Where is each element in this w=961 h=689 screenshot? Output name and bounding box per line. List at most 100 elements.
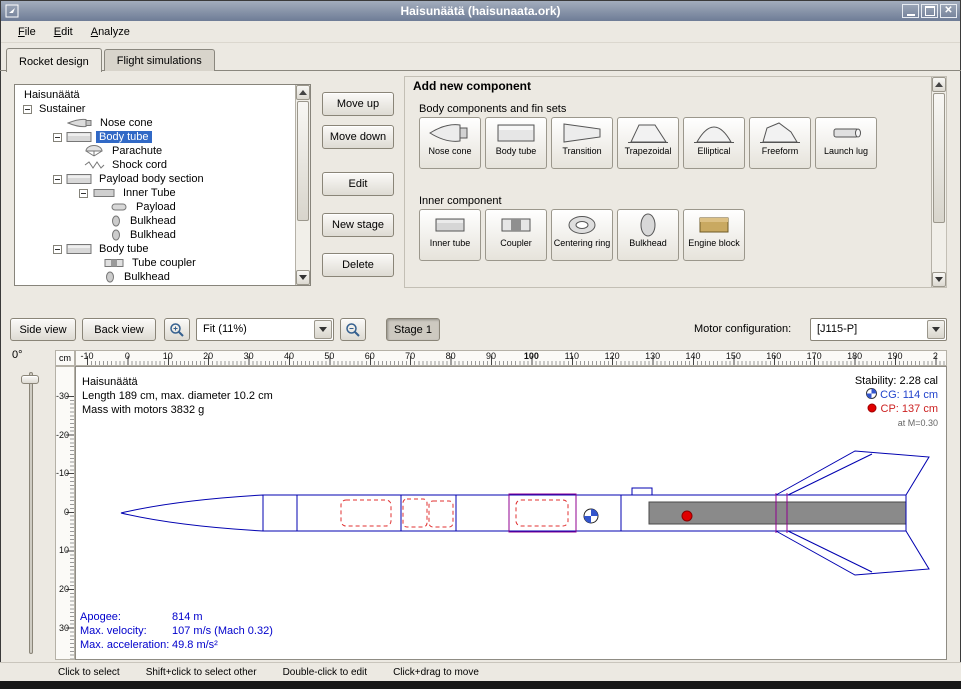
tree-item-label[interactable]: Shock cord — [109, 159, 170, 171]
tab-flight-simulations[interactable]: Flight simulations — [104, 49, 215, 71]
close-button[interactable]: ✕ — [940, 4, 957, 18]
body-component-buttons: Nose cone Body tube Transition Trapezoid… — [419, 117, 877, 169]
add-freeform-fin-button[interactable]: Freeform — [749, 117, 811, 169]
collapse-toggle-icon[interactable] — [53, 175, 62, 184]
hint-shift-click: Shift+click to select other — [146, 667, 257, 678]
tree-item-sustainer[interactable]: Sustainer — [15, 102, 310, 116]
tree-item-label[interactable]: Payload body section — [96, 173, 207, 185]
menu-edit[interactable]: Edit — [45, 23, 82, 41]
h-ruler-label: 50 — [324, 351, 334, 361]
arrow-down-icon — [935, 277, 943, 282]
component-label: Trapezoidal — [625, 146, 672, 156]
tree-item-label[interactable]: Parachute — [109, 145, 165, 157]
fin-bottom[interactable] — [776, 531, 929, 575]
add-launch-lug-button[interactable]: Launch lug — [815, 117, 877, 169]
tree-item-label[interactable]: Haisunäätä — [21, 89, 83, 101]
stage-1-toggle-button[interactable]: Stage 1 — [386, 318, 440, 341]
collapse-toggle-icon[interactable] — [23, 105, 32, 114]
coupler-icon — [494, 212, 538, 238]
move-up-button[interactable]: Move up — [322, 92, 394, 116]
rocket-view-canvas[interactable]: Haisunäätä Length 189 cm, max. diameter … — [75, 366, 947, 660]
zoom-in-button[interactable] — [164, 318, 190, 341]
maximize-button[interactable] — [921, 4, 938, 18]
menu-file[interactable]: File — [9, 23, 45, 41]
tree-item-nose-cone[interactable]: Nose cone — [15, 116, 310, 130]
scrollbar-thumb[interactable] — [297, 101, 309, 221]
scroll-down-button[interactable] — [296, 270, 310, 285]
tree-item-inner-tube[interactable]: Inner Tube — [15, 186, 310, 200]
tree-item-label-selected[interactable]: Body tube — [96, 131, 152, 143]
tree-item-label[interactable]: Bulkhead — [127, 215, 179, 227]
scroll-down-button[interactable] — [932, 272, 946, 287]
titlebar[interactable]: Haisunäätä (haisunaata.ork) ✕ — [1, 1, 960, 21]
collapse-toggle-icon[interactable] — [53, 245, 62, 254]
scrollbar-thumb[interactable] — [933, 93, 945, 223]
add-elliptical-fin-button[interactable]: Elliptical — [683, 117, 745, 169]
launch-lug-shape[interactable] — [632, 488, 652, 495]
edit-button[interactable]: Edit — [322, 172, 394, 196]
new-stage-button[interactable]: New stage — [322, 213, 394, 237]
payload-icon — [109, 201, 129, 213]
tree-item-parachute[interactable]: Parachute — [15, 144, 310, 158]
side-view-button[interactable]: Side view — [10, 318, 76, 341]
tree-item-label[interactable]: Nose cone — [97, 117, 156, 129]
fin-top[interactable] — [776, 451, 929, 495]
tab-rocket-design[interactable]: Rocket design — [6, 48, 102, 72]
scroll-up-button[interactable] — [296, 85, 310, 100]
motor-configuration-select[interactable]: [J115-P] — [810, 318, 947, 341]
dropdown-arrow-button[interactable] — [927, 320, 945, 339]
move-down-button[interactable]: Move down — [322, 125, 394, 149]
tree-item-label[interactable]: Sustainer — [36, 103, 88, 115]
nose-cone-shape[interactable] — [121, 495, 263, 531]
h-ruler-label: 60 — [365, 351, 375, 361]
tree-item-bulkhead[interactable]: Bulkhead — [15, 270, 310, 284]
tube-coupler-icon — [103, 257, 125, 269]
zoom-out-icon — [345, 322, 361, 338]
tree-item-payload-section[interactable]: Payload body section — [15, 172, 310, 186]
v-ruler-label: 30 — [59, 623, 69, 633]
tree-item-bulkhead[interactable]: Bulkhead — [15, 214, 310, 228]
rotation-slider-handle[interactable] — [21, 375, 39, 384]
add-body-tube-button[interactable]: Body tube — [485, 117, 547, 169]
add-engine-block-button[interactable]: Engine block — [683, 209, 745, 261]
add-inner-tube-button[interactable]: Inner tube — [419, 209, 481, 261]
horizontal-ruler-labels: -100102030405060708090100110120130140150… — [75, 350, 947, 366]
move-down-label: Move down — [330, 131, 386, 143]
tree-item-label[interactable]: Bulkhead — [121, 271, 173, 283]
add-bulkhead-button[interactable]: Bulkhead — [617, 209, 679, 261]
tree-item-label[interactable]: Tube coupler — [129, 257, 199, 269]
tree-item-bulkhead[interactable]: Bulkhead — [15, 228, 310, 242]
tree-item-label[interactable]: Bulkhead — [127, 229, 179, 241]
tree-item-tube-coupler[interactable]: Tube coupler — [15, 256, 310, 270]
tree-item-label[interactable]: Payload — [133, 201, 179, 213]
rotation-slider-track[interactable] — [29, 372, 33, 654]
minimize-button[interactable] — [902, 4, 919, 18]
zoom-out-button[interactable] — [340, 318, 366, 341]
scroll-up-button[interactable] — [932, 77, 946, 92]
delete-button[interactable]: Delete — [322, 253, 394, 277]
tree-item-body-tube[interactable]: Body tube — [15, 130, 310, 144]
tree-item-payload[interactable]: Payload — [15, 200, 310, 214]
add-nose-cone-button[interactable]: Nose cone — [419, 117, 481, 169]
chevron-down-icon — [319, 327, 327, 332]
menu-analyze[interactable]: Analyze — [82, 23, 139, 41]
tree-item-label[interactable]: Body tube — [96, 243, 152, 255]
add-centering-ring-button[interactable]: Centering ring — [551, 209, 613, 261]
component-tree[interactable]: Haisunäätä Sustainer Nose cone Body tube… — [14, 84, 311, 286]
add-panel-scrollbar[interactable] — [931, 77, 946, 287]
collapse-toggle-icon[interactable] — [79, 189, 88, 198]
collapse-toggle-icon[interactable] — [53, 133, 62, 142]
tree-item-label[interactable]: Inner Tube — [120, 187, 179, 199]
add-coupler-button[interactable]: Coupler — [485, 209, 547, 261]
tree-item-body-tube-2[interactable]: Body tube — [15, 242, 310, 256]
tree-item-shock-cord[interactable]: Shock cord — [15, 158, 310, 172]
bulkhead-icon — [626, 212, 670, 238]
add-transition-button[interactable]: Transition — [551, 117, 613, 169]
window-bottom-edge — [0, 681, 961, 689]
tree-item-rocket[interactable]: Haisunäätä — [15, 88, 310, 102]
back-view-button[interactable]: Back view — [82, 318, 156, 341]
zoom-level-select[interactable]: Fit (11%) — [196, 318, 334, 341]
tree-scrollbar[interactable] — [295, 85, 310, 285]
dropdown-arrow-button[interactable] — [314, 320, 332, 339]
add-trapezoidal-fin-button[interactable]: Trapezoidal — [617, 117, 679, 169]
